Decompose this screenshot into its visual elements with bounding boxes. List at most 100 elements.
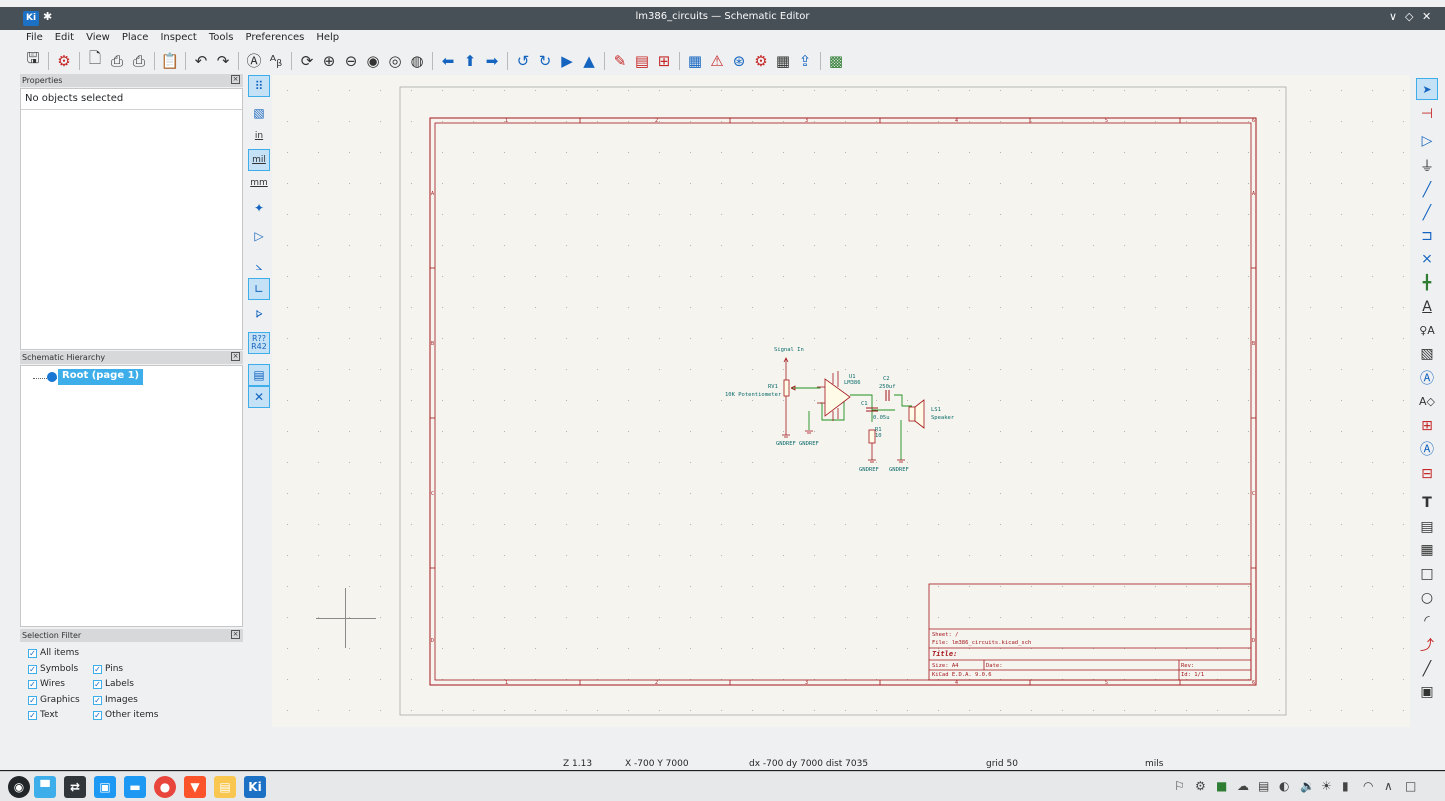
undo-icon[interactable]: ↶ [190, 50, 212, 72]
sheet-pin-icon[interactable]: Ⓐ [1416, 438, 1438, 460]
filter-wires-checkbox[interactable]: ✓ Wires [28, 679, 65, 689]
rule-area-icon[interactable]: ▧ [1416, 343, 1438, 365]
properties-manager-icon[interactable]: ✕ [248, 386, 270, 408]
close-panel-icon[interactable]: × [231, 75, 240, 84]
add-rectangle-icon[interactable]: □ [1416, 563, 1438, 585]
filter-all-items-checkbox[interactable]: ✓ All items [28, 648, 79, 658]
filter-symbols-checkbox[interactable]: ✓ Symbols [28, 664, 78, 674]
add-bezier-icon[interactable]: ⤴ [1416, 634, 1438, 656]
add-circle-icon[interactable]: ○ [1416, 587, 1438, 609]
filter-text-checkbox[interactable]: ✓ Text [28, 710, 58, 720]
zoom-in-icon[interactable]: ⊕ [318, 50, 340, 72]
cursor-crosshair-icon[interactable]: ✦ [248, 197, 270, 219]
clipboard-icon[interactable]: ▤ [1258, 779, 1269, 793]
bus-entry-icon[interactable]: ⊐ [1416, 225, 1438, 247]
line-mode-free-icon[interactable]: ⦣ [248, 255, 270, 277]
units-mil-button[interactable]: mil [248, 149, 270, 171]
minimize-button[interactable]: ∨ [1389, 10, 1397, 23]
tray-app-icon[interactable]: ■ [1216, 779, 1227, 793]
generate-bom-icon[interactable]: ⇪ [794, 50, 816, 72]
navigate-up-icon[interactable]: ⬆ [459, 50, 481, 72]
show-hidden-pins-icon[interactable]: ▷ [248, 225, 270, 247]
line-mode-90-icon[interactable]: ∟ [248, 278, 270, 300]
symbol-browser-icon[interactable]: ▤ [631, 50, 653, 72]
menu-inspect[interactable]: Inspect [154, 30, 202, 48]
mirror-h-icon[interactable]: ▲ [578, 50, 600, 72]
assign-footprints-icon[interactable]: ⚙ [750, 50, 772, 72]
menu-tools[interactable]: Tools [203, 30, 240, 48]
menu-help[interactable]: Help [310, 30, 345, 48]
save-icon[interactable]: 🖫 [22, 49, 44, 72]
plot-icon[interactable]: ⎙ [128, 50, 150, 72]
filter-pins-checkbox[interactable]: ✓ Pins [93, 664, 123, 674]
show-hidden-icons-icon[interactable]: ∧ [1384, 779, 1393, 793]
filter-labels-checkbox[interactable]: ✓ Labels [93, 679, 134, 689]
add-symbol-icon[interactable]: ▷ [1416, 130, 1438, 152]
zoom-selection-icon[interactable]: ◍ [406, 50, 428, 72]
global-label-icon[interactable]: Ⓐ [1416, 367, 1438, 389]
add-bus-icon[interactable]: ╱ [1416, 202, 1438, 224]
notifications-icon[interactable]: ⚐ [1174, 779, 1185, 793]
zoom-out-icon[interactable]: ⊖ [340, 50, 362, 72]
mirror-v-icon[interactable]: ▶ [556, 50, 578, 72]
kicad-task-icon[interactable]: Ki [244, 776, 266, 798]
close-panel-icon[interactable]: × [231, 630, 240, 639]
rotate-cw-icon[interactable]: ↻ [534, 50, 556, 72]
hier-sheet-icon[interactable]: ⊞ [1416, 415, 1438, 437]
zoom-objects-icon[interactable]: ◎ [384, 50, 406, 72]
hierarchy-navigator-icon[interactable]: ▤ [248, 364, 270, 386]
close-panel-icon[interactable]: × [231, 352, 240, 361]
open-pcb-icon[interactable]: ▩ [825, 50, 847, 72]
net-class-icon[interactable]: ♀A [1416, 319, 1438, 341]
wifi-icon[interactable]: ◠ [1363, 779, 1373, 793]
add-text-icon[interactable]: T [1416, 492, 1438, 514]
import-sheet-pin-icon[interactable]: ⊟ [1416, 463, 1438, 485]
simulator-icon[interactable]: ⊛ [728, 50, 750, 72]
menu-place[interactable]: Place [116, 30, 155, 48]
zoom-fit-icon[interactable]: ◉ [362, 50, 384, 72]
paste-icon[interactable]: 📋 [159, 50, 181, 72]
add-arc-icon[interactable]: ◜ [1416, 610, 1438, 632]
add-table-icon[interactable]: ▦ [1416, 539, 1438, 561]
add-power-icon[interactable]: ⏚ [1416, 155, 1438, 177]
app-launcher-icon[interactable]: ◉ [8, 776, 30, 798]
redo-icon[interactable]: ↷ [212, 50, 234, 72]
symbol-editor-icon[interactable]: ✎ [609, 50, 631, 72]
print-icon[interactable]: ⎙ [106, 50, 128, 72]
brightness-icon[interactable]: ☀ [1321, 779, 1332, 793]
close-button[interactable]: ✕ [1422, 10, 1431, 23]
units-inch-button[interactable]: in [248, 125, 270, 147]
discover-icon[interactable]: ▣ [94, 776, 116, 798]
no-connect-icon[interactable]: ⨯ [1416, 248, 1438, 270]
input-method-icon[interactable]: ⚙ [1195, 779, 1206, 793]
rotate-ccw-icon[interactable]: ↺ [512, 50, 534, 72]
bom-icon[interactable]: ▦ [772, 50, 794, 72]
add-line-icon[interactable]: ╱ [1416, 658, 1438, 680]
page-settings-icon[interactable]: 🗋 [84, 49, 106, 72]
highlight-net-icon[interactable]: ⊣ [1416, 103, 1438, 125]
grid-overrides-icon[interactable]: ▧ [248, 102, 270, 124]
grid-dots-icon[interactable]: ⠿ [248, 75, 270, 97]
schematic-setup-icon[interactable]: ⚙ [53, 50, 75, 72]
select-tool-icon[interactable]: ➤ [1416, 78, 1438, 100]
footprint-editor-icon[interactable]: ⊞ [653, 50, 675, 72]
filter-graphics-checkbox[interactable]: ✓ Graphics [28, 695, 80, 705]
line-mode-45-icon[interactable]: ⦠ [248, 302, 270, 324]
hierarchy-root-item[interactable]: Root (page 1) [58, 369, 144, 385]
add-wire-icon[interactable]: ╱ [1416, 179, 1438, 201]
net-label-icon[interactable]: A [1416, 296, 1438, 318]
annotate-button[interactable]: R?? R42 [248, 332, 270, 354]
junction-icon[interactable]: ╋ [1416, 272, 1438, 294]
filter-other-items-checkbox[interactable]: ✓ Other items [93, 710, 158, 720]
find-icon[interactable]: Ⓐ [243, 50, 265, 72]
find-replace-icon[interactable]: ᴬᵦ [265, 50, 287, 72]
add-image-icon[interactable]: ▣ [1416, 681, 1438, 703]
volume-icon[interactable]: 🔉 [1300, 779, 1315, 793]
maximize-button[interactable]: ◇ [1405, 10, 1413, 23]
annotate-icon[interactable]: ▦ [684, 50, 706, 72]
hier-label-icon[interactable]: A◇ [1416, 390, 1438, 412]
brave-icon[interactable]: ▼ [184, 776, 206, 798]
system-settings-icon[interactable]: ⇄ [64, 776, 86, 798]
filter-images-checkbox[interactable]: ✓ Images [93, 695, 138, 705]
chrome-icon[interactable]: ● [154, 776, 176, 798]
